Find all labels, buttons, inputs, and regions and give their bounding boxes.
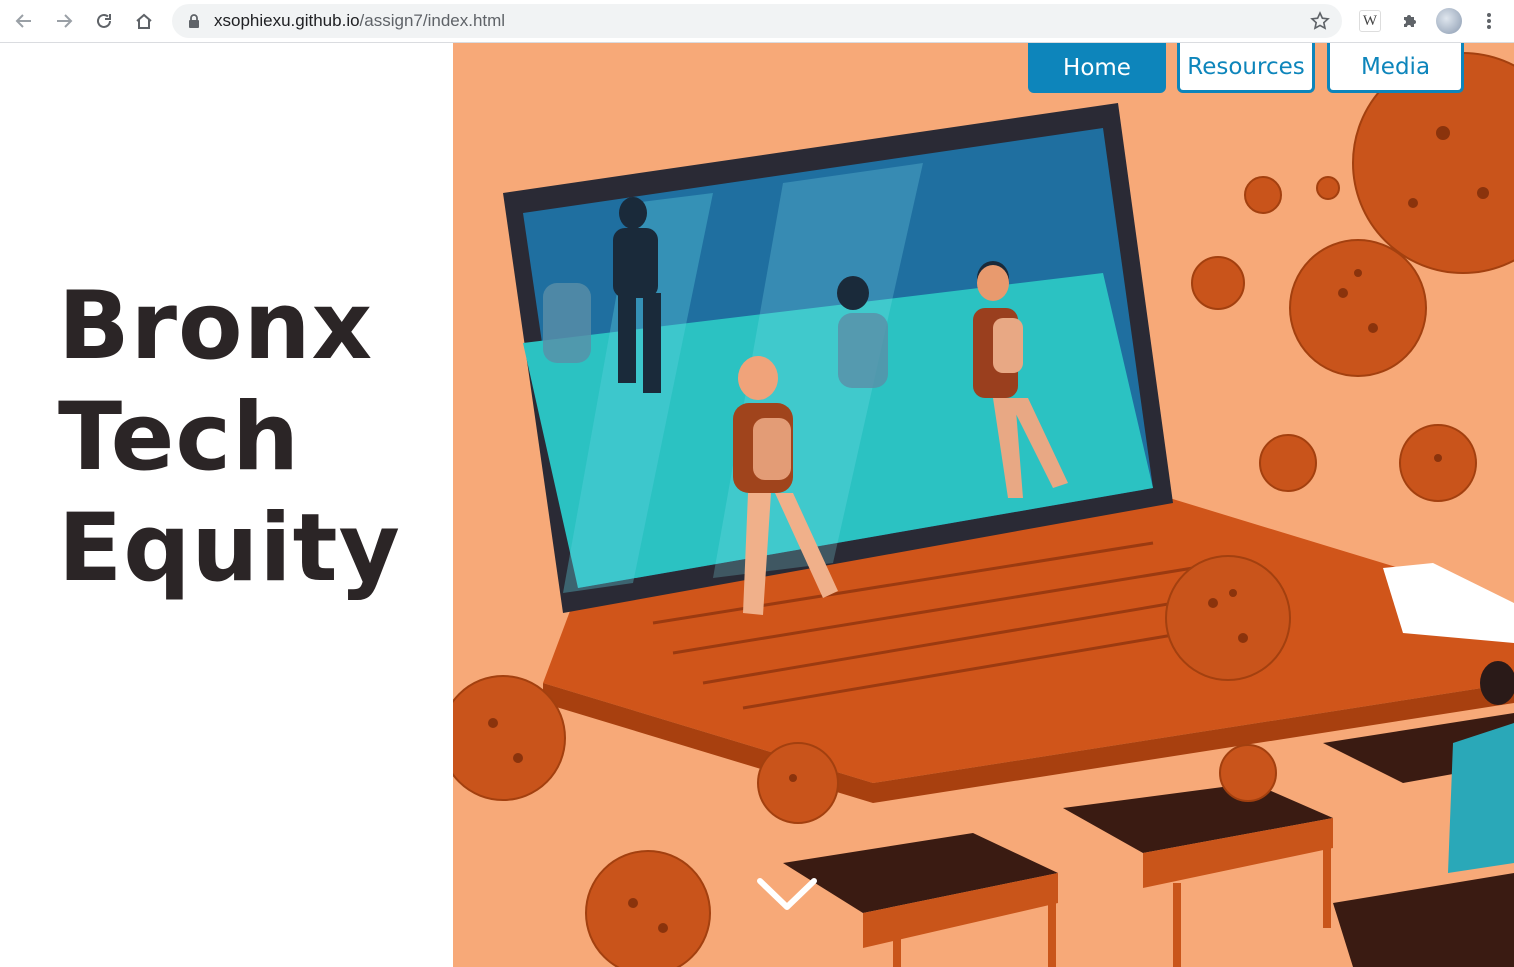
title-line-2: Tech — [58, 383, 301, 492]
home-icon[interactable] — [130, 7, 158, 35]
page-content: Bronx Tech Equity Home Resources Media — [0, 43, 1514, 967]
forward-icon[interactable] — [50, 7, 78, 35]
bookmark-star-icon[interactable] — [1310, 11, 1330, 36]
nav-resources-button[interactable]: Resources — [1177, 43, 1315, 93]
nav-media-button[interactable]: Media — [1327, 43, 1464, 93]
title-panel: Bronx Tech Equity — [0, 43, 453, 967]
laptop-classroom-virus-illustration — [453, 52, 1514, 967]
url-host: xsophiexu.github.io — [214, 11, 360, 30]
menu-icon[interactable] — [1475, 7, 1503, 35]
extensions-puzzle-icon[interactable] — [1396, 7, 1424, 35]
lock-icon — [188, 14, 200, 33]
profile-avatar[interactable] — [1435, 7, 1463, 35]
browser-toolbar: xsophiexu.github.io/assign7/index.html W — [0, 0, 1514, 43]
nav-home-button[interactable]: Home — [1028, 43, 1166, 93]
w-extension-icon[interactable]: W — [1356, 7, 1384, 35]
page-title: Bronx Tech Equity — [58, 271, 401, 604]
reload-icon[interactable] — [90, 7, 118, 35]
back-icon[interactable] — [10, 7, 38, 35]
w-extension-letter: W — [1359, 10, 1381, 32]
url-text: xsophiexu.github.io/assign7/index.html — [214, 4, 505, 38]
hero-illustration: Home Resources Media — [453, 43, 1514, 967]
title-line-3: Equity — [58, 494, 401, 603]
address-bar[interactable]: xsophiexu.github.io/assign7/index.html — [172, 4, 1342, 38]
url-path: /assign7/index.html — [359, 11, 506, 30]
title-line-1: Bronx — [58, 272, 374, 381]
